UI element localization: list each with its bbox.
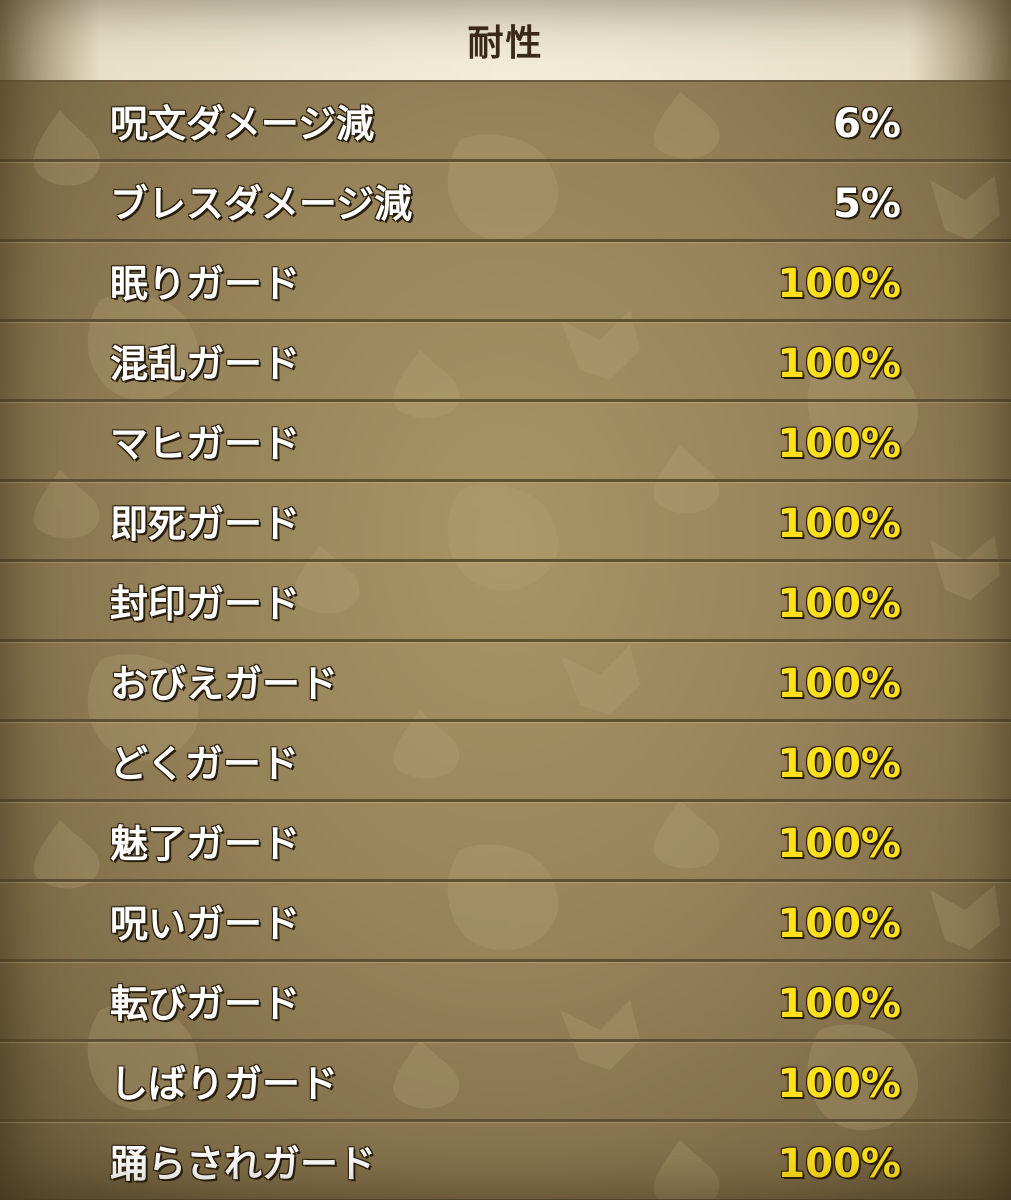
resistance-label: 封印ガード	[110, 582, 301, 626]
resistance-label: マヒガード	[110, 422, 301, 466]
resistance-label: 即死ガード	[110, 502, 301, 546]
resistance-label: どくガード	[110, 742, 299, 786]
resistance-label: 呪文ダメージ減	[110, 102, 375, 146]
resistance-value: 100%	[777, 581, 901, 627]
resistance-label: 魅了ガード	[110, 822, 301, 866]
resistance-value: 100%	[777, 1061, 901, 1107]
resistance-row-instant-death: 即死ガード 100%	[0, 482, 1011, 562]
resistance-row-charm: 魅了ガード 100%	[0, 802, 1011, 882]
resistance-label: しばりガード	[110, 1062, 339, 1106]
resistance-label: 眠りガード	[110, 262, 301, 306]
resistance-value: 100%	[777, 341, 901, 387]
resistance-label: 混乱ガード	[110, 342, 301, 386]
resistance-row-sleep: 眠りガード 100%	[0, 242, 1011, 322]
resistance-label: ブレスダメージ減	[110, 182, 413, 226]
resistance-row-spell-damage: 呪文ダメージ減 6%	[0, 82, 1011, 162]
resistance-row-curse: 呪いガード 100%	[0, 882, 1011, 962]
resistance-value: 6%	[833, 101, 901, 147]
resistance-value: 100%	[777, 981, 901, 1027]
resistance-panel: 耐性 呪文ダメージ減 6% ブレスダメージ減 5% 眠りガード 100% 混乱ガ…	[0, 0, 1011, 1200]
resistance-label: おびえガード	[110, 662, 339, 706]
resistance-label: 踊らされガード	[110, 1142, 377, 1186]
resistance-value: 100%	[777, 821, 901, 867]
panel-header: 耐性	[0, 0, 1011, 82]
resistance-row-bind: しばりガード 100%	[0, 1042, 1011, 1122]
resistance-value: 5%	[833, 181, 901, 227]
resistance-label: 呪いガード	[110, 902, 301, 946]
resistance-value: 100%	[777, 901, 901, 947]
resistance-row-trip: 転びガード 100%	[0, 962, 1011, 1042]
resistance-row-confusion: 混乱ガード 100%	[0, 322, 1011, 402]
panel-title: 耐性	[467, 23, 544, 64]
resistance-value: 100%	[777, 501, 901, 547]
resistance-row-seal: 封印ガード 100%	[0, 562, 1011, 642]
resistance-value: 100%	[777, 741, 901, 787]
resistance-value: 100%	[777, 261, 901, 307]
resistance-row-dance: 踊らされガード 100%	[0, 1122, 1011, 1200]
resistance-label: 転びガード	[110, 982, 301, 1026]
resistance-row-breath-damage: ブレスダメージ減 5%	[0, 162, 1011, 242]
resistance-row-poison: どくガード 100%	[0, 722, 1011, 802]
resistance-value: 100%	[777, 1141, 901, 1187]
resistance-value: 100%	[777, 661, 901, 707]
resistance-value: 100%	[777, 421, 901, 467]
resistance-list: 呪文ダメージ減 6% ブレスダメージ減 5% 眠りガード 100% 混乱ガード …	[0, 82, 1011, 1200]
resistance-row-fear: おびえガード 100%	[0, 642, 1011, 722]
resistance-row-paralysis: マヒガード 100%	[0, 402, 1011, 482]
